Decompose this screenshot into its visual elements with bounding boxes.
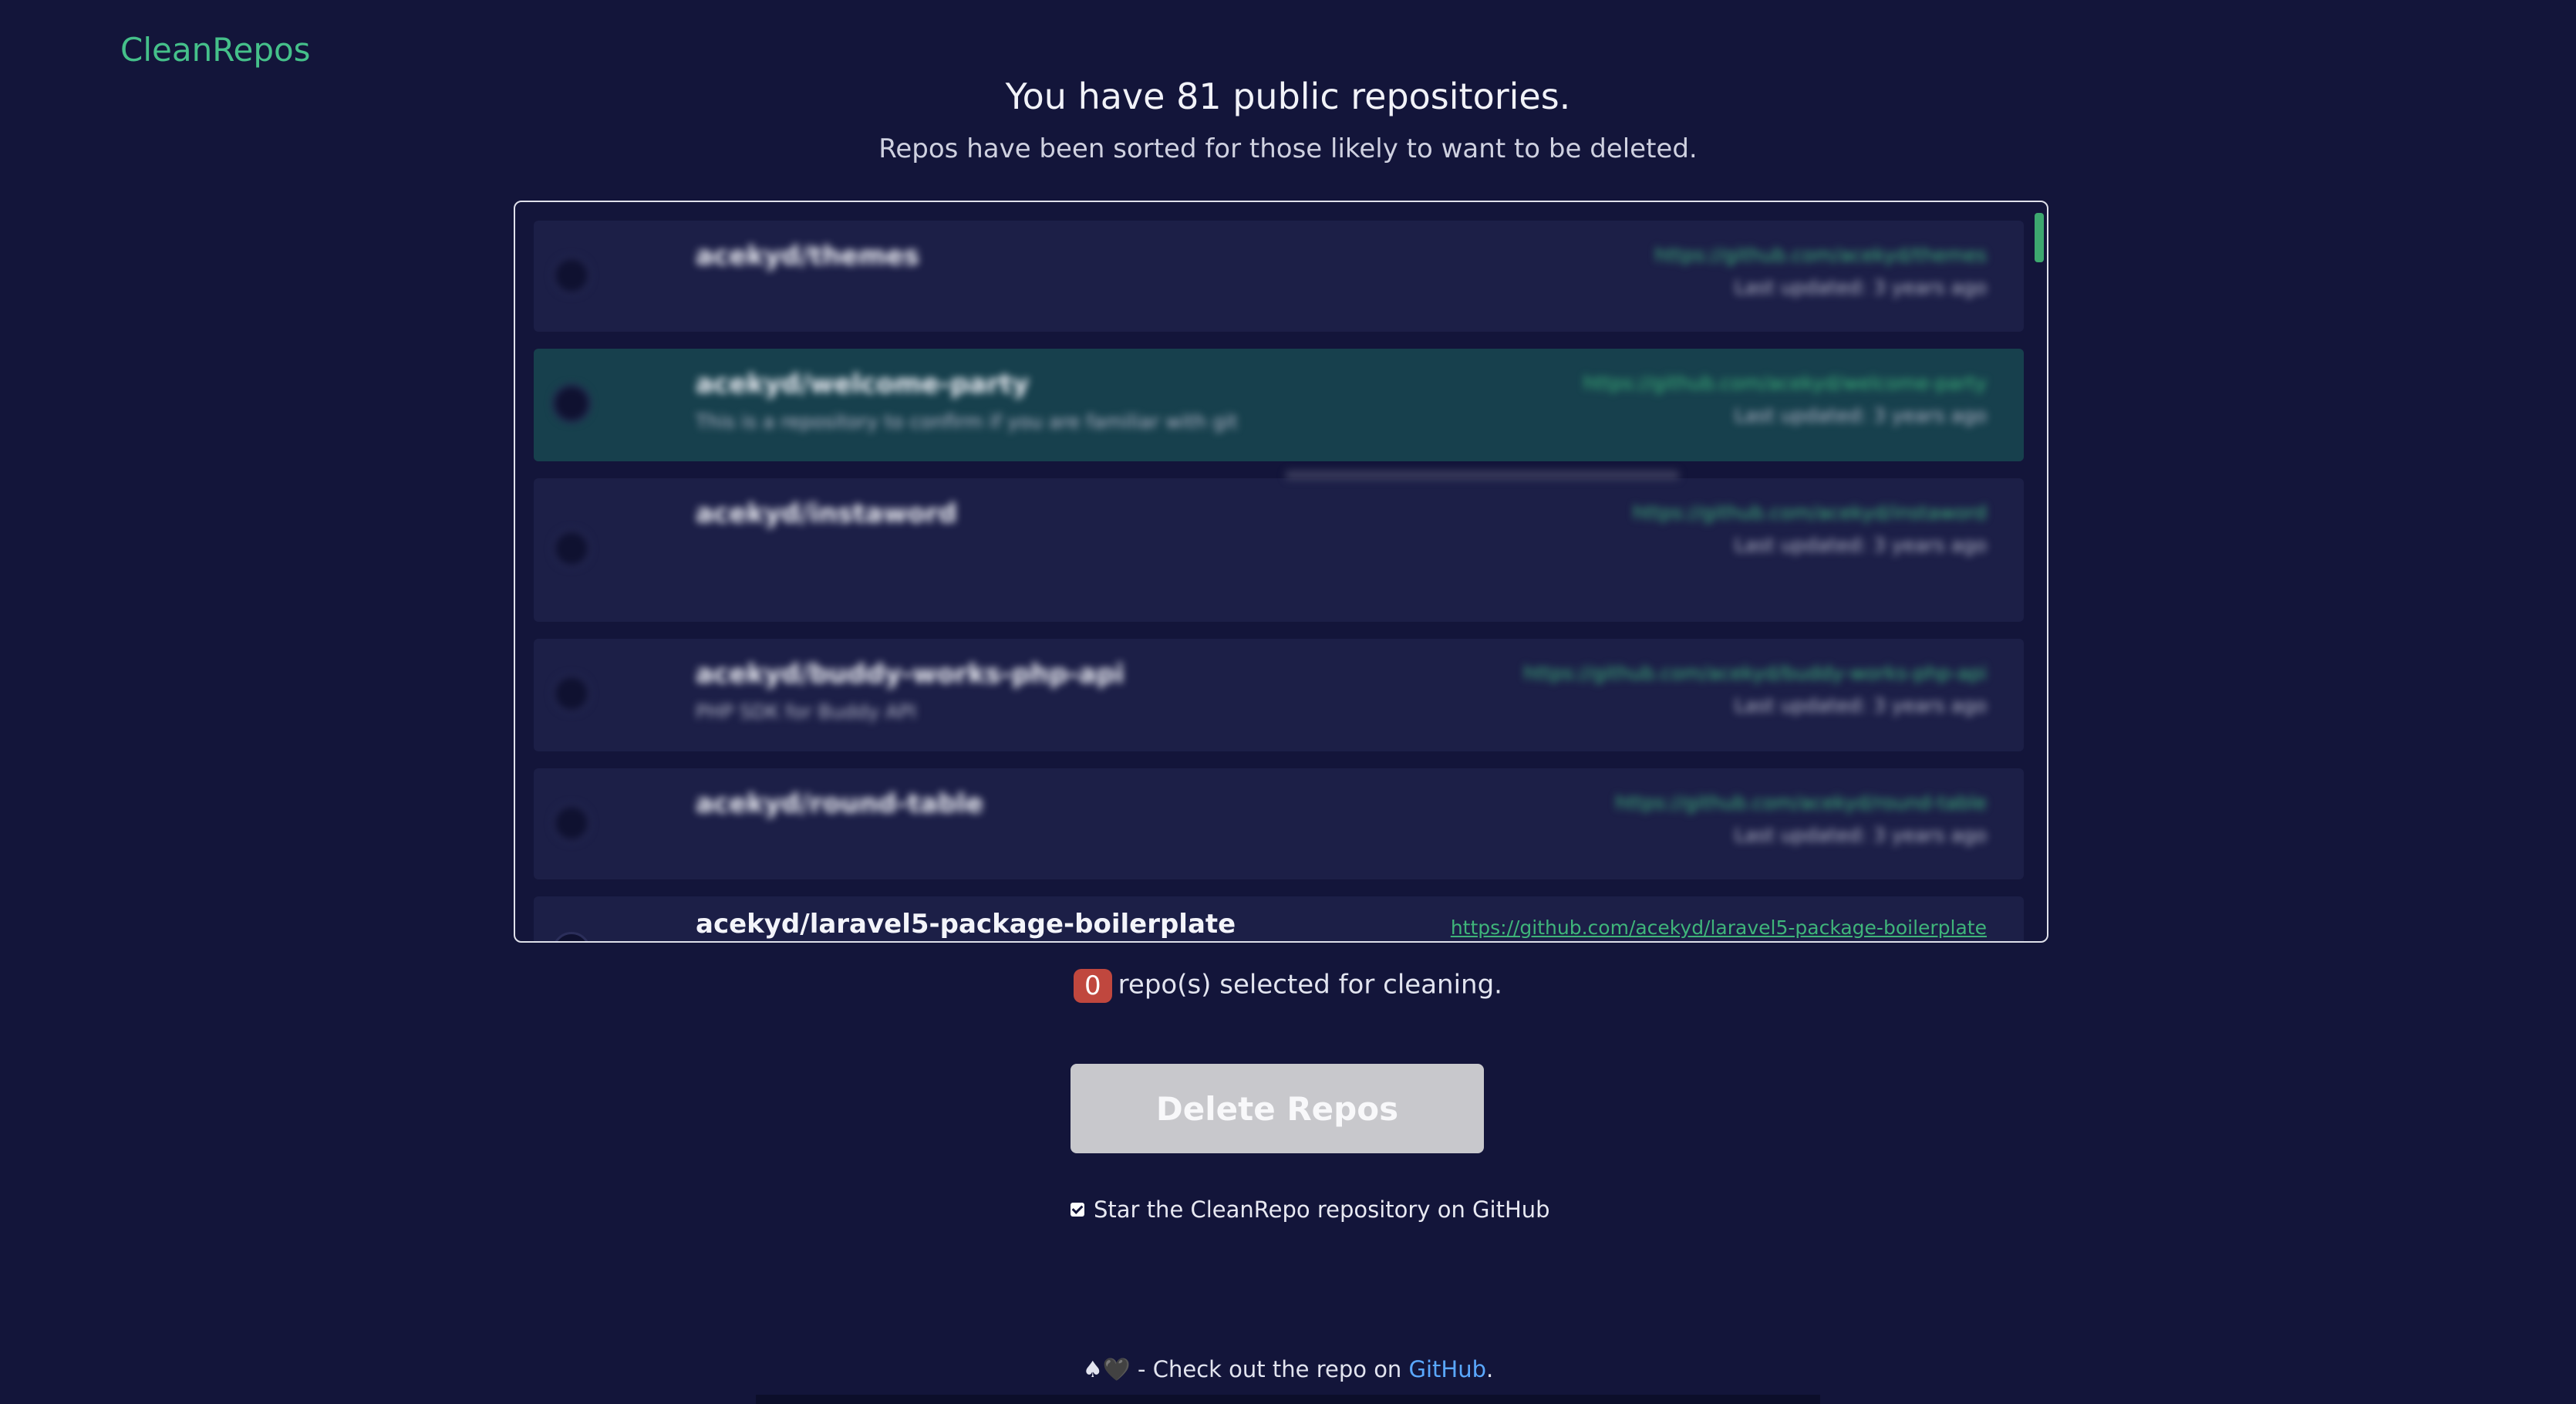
star-checkbox[interactable] xyxy=(1071,1203,1084,1217)
repo-name: acekyd/welcome-party xyxy=(696,369,1030,400)
repo-row[interactable]: acekyd/buddy-works-php-api PHP SDK for B… xyxy=(534,639,2024,751)
repo-updated: Last updated: 3 years ago xyxy=(1734,534,1987,556)
repo-description: PHP SDK for Buddy API xyxy=(696,700,916,723)
repo-name: acekyd/buddy-works-php-api xyxy=(696,659,1124,690)
repo-name: acekyd/themes xyxy=(696,241,919,272)
repo-updated: Last updated: 3 years ago xyxy=(1734,404,1987,427)
repo-select-radio[interactable] xyxy=(552,674,591,713)
footer-bar xyxy=(756,1395,1820,1404)
selected-count-badge: 0 xyxy=(1074,969,1112,1003)
footer-suffix: . xyxy=(1486,1356,1494,1382)
repo-row[interactable]: acekyd/instaword https://github.com/acek… xyxy=(534,471,2024,622)
logo-link[interactable]: CleanRepos xyxy=(120,31,311,69)
repo-list-panel[interactable]: acekyd/themes https://github.com/acekyd/… xyxy=(514,201,2048,943)
repo-updated: Last updated: 3 years ago xyxy=(1734,694,1987,717)
star-repo-option[interactable]: Star the CleanRepo repository on GitHub xyxy=(1071,1196,1550,1223)
repo-url-link[interactable]: https://github.com/acekyd/round-table xyxy=(1615,791,1987,814)
repo-row[interactable]: acekyd/round-table https://github.com/ac… xyxy=(534,768,2024,879)
repo-row-selected[interactable]: acekyd/welcome-party This is a repositor… xyxy=(534,349,2024,461)
repo-url-link[interactable]: https://github.com/acekyd/instaword xyxy=(1633,501,1987,524)
repo-list: acekyd/themes https://github.com/acekyd/… xyxy=(534,221,2024,941)
repo-row[interactable]: acekyd/laravel5-package-boilerplate http… xyxy=(534,896,2024,941)
repo-select-radio[interactable] xyxy=(552,256,591,295)
repo-select-radio[interactable] xyxy=(552,529,591,568)
star-checkbox-label: Star the CleanRepo repository on GitHub xyxy=(1094,1196,1550,1223)
repo-row[interactable]: acekyd/themes https://github.com/acekyd/… xyxy=(534,221,2024,332)
repo-tooltip xyxy=(1286,471,1679,480)
scrollbar-thumb[interactable] xyxy=(2035,213,2044,262)
repo-name: acekyd/instaword xyxy=(696,498,957,529)
footer: ♠🖤 - Check out the repo on GitHub. xyxy=(0,1356,2576,1383)
repo-url-link[interactable]: https://github.com/acekyd/welcome-party xyxy=(1583,372,1987,394)
repo-updated: Last updated: 3 years ago xyxy=(1734,276,1987,299)
page-title: You have 81 public repositories. xyxy=(1005,76,1571,117)
github-link[interactable]: GitHub xyxy=(1409,1356,1487,1382)
repo-name: acekyd/round-table xyxy=(696,788,983,819)
repo-updated: Last updated: 3 years ago xyxy=(1734,824,1987,846)
selection-summary-text: repo(s) selected for cleaning. xyxy=(1118,969,1502,1001)
repo-description: This is a repository to confirm if you a… xyxy=(696,410,1238,433)
selection-summary: 0 repo(s) selected for cleaning. xyxy=(0,969,2576,1003)
repo-select-radio[interactable] xyxy=(552,932,591,941)
repo-url-link[interactable]: https://github.com/acekyd/buddy-works-ph… xyxy=(1523,662,1987,684)
repo-select-radio[interactable] xyxy=(552,804,591,842)
repo-url-link[interactable]: https://github.com/acekyd/laravel5-packa… xyxy=(1451,916,1987,939)
repo-url-link[interactable]: https://github.com/acekyd/themes xyxy=(1655,244,1987,266)
repo-select-radio[interactable] xyxy=(552,384,591,423)
delete-repos-button[interactable]: Delete Repos xyxy=(1071,1064,1484,1153)
footer-text: ♠🖤 - Check out the repo on xyxy=(1082,1356,1409,1382)
repo-name: acekyd/laravel5-package-boilerplate xyxy=(696,909,1236,940)
page-subtitle: Repos have been sorted for those likely … xyxy=(878,133,1698,164)
